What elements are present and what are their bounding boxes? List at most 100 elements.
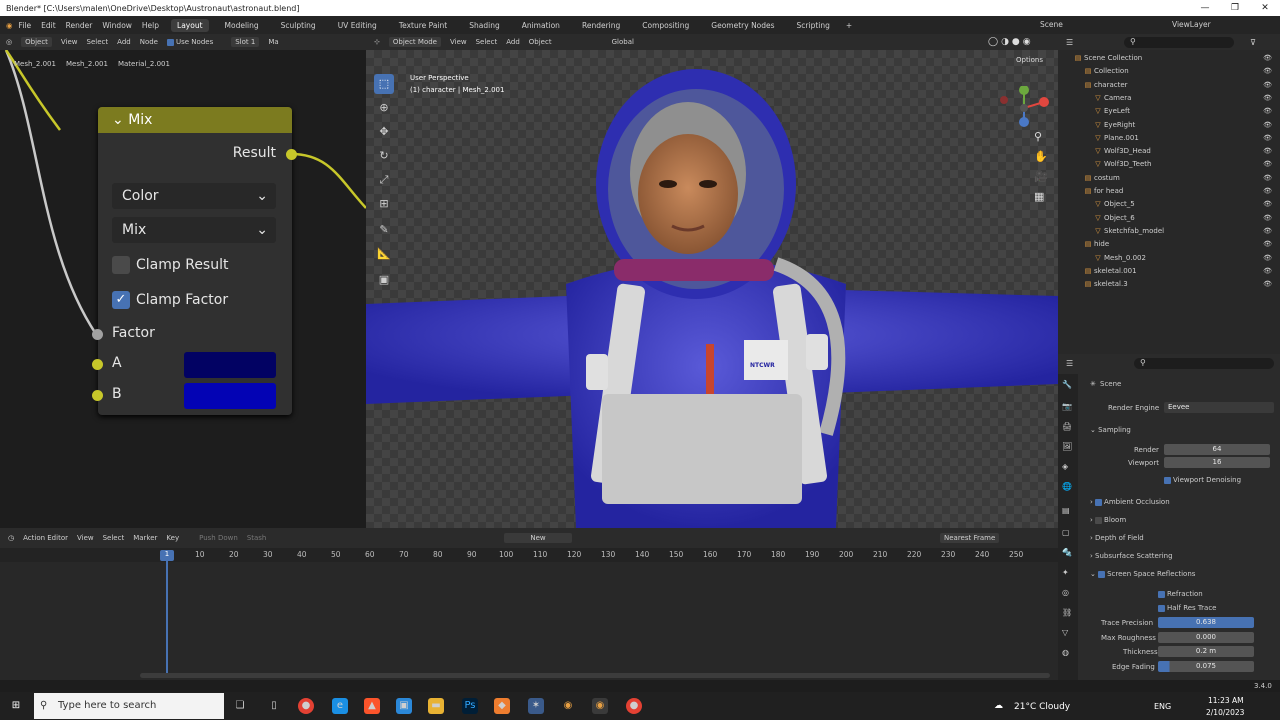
- outliner-row[interactable]: ▽ Wolf3D_Head 👁: [1058, 145, 1280, 158]
- frame-ruler[interactable]: 10 20 30 40 50 60 70 80 90 100 110 120 1…: [0, 548, 1058, 562]
- visibility-eye-icon[interactable]: 👁: [1263, 172, 1272, 185]
- constraints-tab-icon[interactable]: ⛓: [1062, 608, 1074, 620]
- stash-button[interactable]: Stash: [247, 534, 267, 542]
- menu-marker[interactable]: Marker: [133, 534, 157, 542]
- tab-shading[interactable]: Shading: [463, 19, 505, 32]
- blend-mode-dropdown[interactable]: Mix ⌄: [112, 217, 276, 243]
- visibility-eye-icon[interactable]: 👁: [1263, 119, 1272, 132]
- material-truncated[interactable]: Ma: [268, 38, 278, 46]
- visibility-eye-icon[interactable]: 👁: [1263, 185, 1272, 198]
- weather-text[interactable]: 21°C Cloudy: [1014, 702, 1070, 712]
- chrome-profile-icon[interactable]: ●: [626, 698, 642, 714]
- scale-tool-icon[interactable]: ⤢: [374, 170, 394, 190]
- depth-of-field-panel[interactable]: › Depth of Field: [1090, 534, 1144, 542]
- menu-view[interactable]: View: [450, 38, 467, 46]
- data-tab-icon[interactable]: ▽: [1062, 628, 1074, 640]
- refraction-checkbox[interactable]: Refraction: [1158, 590, 1203, 598]
- brave-icon[interactable]: ▲: [364, 698, 380, 714]
- color-a-swatch[interactable]: [184, 352, 276, 378]
- tab-layout[interactable]: Layout: [171, 18, 209, 32]
- weather-cloud-icon[interactable]: ☁: [994, 701, 1003, 711]
- menu-window[interactable]: Window: [102, 21, 132, 30]
- transform-tool-icon[interactable]: ⊞: [374, 194, 394, 214]
- color-b-swatch[interactable]: [184, 383, 276, 409]
- windows-start-icon[interactable]: ⊞: [8, 698, 24, 714]
- tab-modeling[interactable]: Modeling: [219, 19, 265, 32]
- cursor-tool-icon[interactable]: ⊕: [374, 98, 394, 118]
- render-engine-dropdown[interactable]: Eevee: [1164, 402, 1274, 413]
- visibility-eye-icon[interactable]: 👁: [1263, 265, 1272, 278]
- trace-precision-slider[interactable]: 0.638: [1158, 617, 1254, 628]
- file-icon[interactable]: ▯: [266, 698, 282, 714]
- sampling-panel-header[interactable]: ⌄ Sampling: [1090, 426, 1131, 434]
- clock-date[interactable]: 2/10/2023: [1206, 708, 1244, 717]
- visibility-eye-icon[interactable]: 👁: [1263, 252, 1272, 265]
- store-icon[interactable]: ▣: [396, 698, 412, 714]
- chrome-icon[interactable]: ●: [298, 698, 314, 714]
- outliner-row[interactable]: ▤ hide 👁: [1058, 238, 1280, 251]
- blender-active-taskbar-icon[interactable]: ◉: [592, 698, 608, 714]
- a-input-socket[interactable]: [92, 359, 103, 370]
- move-tool-icon[interactable]: ✥: [374, 122, 394, 142]
- blender-logo-icon[interactable]: ◉: [6, 21, 13, 30]
- options-dropdown[interactable]: Options: [1016, 56, 1043, 64]
- action-editor-dropdown[interactable]: Action Editor: [23, 534, 68, 542]
- outliner-row[interactable]: ▽ EyeRight 👁: [1058, 119, 1280, 132]
- edge-fading-slider[interactable]: 0.075: [1158, 661, 1254, 672]
- outliner-search-icon[interactable]: ⚲: [1124, 36, 1234, 48]
- grid-view-icon[interactable]: ▦: [1034, 190, 1044, 203]
- menu-select[interactable]: Select: [87, 38, 109, 46]
- menu-object[interactable]: Object: [529, 38, 552, 46]
- annotate-tool-icon[interactable]: ✎: [374, 220, 394, 240]
- viewport-samples-field[interactable]: 16: [1164, 457, 1270, 468]
- language-indicator[interactable]: ENG: [1154, 702, 1171, 711]
- minimize-icon[interactable]: —: [1190, 0, 1220, 16]
- visibility-eye-icon[interactable]: 👁: [1263, 238, 1272, 251]
- sketch-icon[interactable]: ◆: [494, 698, 510, 714]
- menu-key[interactable]: Key: [166, 534, 179, 542]
- object-mode-dropdown[interactable]: Object Mode: [388, 37, 441, 47]
- menu-file[interactable]: File: [19, 21, 32, 30]
- menu-select[interactable]: Select: [476, 38, 498, 46]
- properties-search-icon[interactable]: ⚲: [1134, 357, 1274, 369]
- use-nodes-toggle[interactable]: Use Nodes: [167, 38, 222, 46]
- menu-node[interactable]: Node: [140, 38, 158, 46]
- render-tab-icon[interactable]: 📷: [1062, 402, 1074, 414]
- outliner-row[interactable]: ▽ EyeLeft 👁: [1058, 105, 1280, 118]
- result-output-socket[interactable]: [286, 149, 297, 160]
- tab-sculpting[interactable]: Sculpting: [275, 19, 322, 32]
- edge-icon[interactable]: e: [332, 698, 348, 714]
- outliner-row[interactable]: ▤ Collection 👁: [1058, 65, 1280, 78]
- visibility-eye-icon[interactable]: 👁: [1263, 212, 1272, 225]
- outliner-row[interactable]: ▤ costum 👁: [1058, 172, 1280, 185]
- new-action-button[interactable]: New: [504, 533, 572, 543]
- action-editor-area[interactable]: [0, 548, 1058, 680]
- visibility-eye-icon[interactable]: 👁: [1263, 278, 1272, 291]
- editor-type-icon[interactable]: ⊹: [374, 38, 380, 46]
- object-mode-dropdown[interactable]: Object: [21, 37, 52, 47]
- tab-rendering[interactable]: Rendering: [576, 19, 626, 32]
- add-cube-tool-icon[interactable]: ▣: [374, 270, 394, 290]
- menu-select[interactable]: Select: [103, 534, 125, 542]
- visibility-eye-icon[interactable]: 👁: [1263, 92, 1272, 105]
- timeline-scrollbar[interactable]: [140, 673, 1050, 678]
- tab-uv-editing[interactable]: UV Editing: [332, 19, 383, 32]
- taskbar-search-input[interactable]: ⚲ Type here to search: [34, 693, 224, 719]
- scene-selector[interactable]: Scene: [1040, 20, 1063, 29]
- material-tab-icon[interactable]: ◍: [1062, 648, 1074, 660]
- outliner-row[interactable]: ▽ Wolf3D_Teeth 👁: [1058, 158, 1280, 171]
- outliner-row[interactable]: ▽ Camera 👁: [1058, 92, 1280, 105]
- outliner-editor-icon[interactable]: ☰: [1066, 38, 1073, 47]
- thickness-field[interactable]: 0.2 m: [1158, 646, 1254, 657]
- file-explorer-icon[interactable]: ▬: [428, 698, 444, 714]
- visibility-eye-icon[interactable]: 👁: [1263, 158, 1272, 171]
- visibility-eye-icon[interactable]: 👁: [1263, 198, 1272, 211]
- half-res-trace-checkbox[interactable]: Half Res Trace: [1158, 604, 1217, 612]
- outliner-row[interactable]: ▤ character 👁: [1058, 79, 1280, 92]
- outliner-row[interactable]: ▤ skeletal.001 👁: [1058, 265, 1280, 278]
- particles-tab-icon[interactable]: ✦: [1062, 568, 1074, 580]
- editor-type-icon[interactable]: ◎: [6, 38, 12, 46]
- outliner-row[interactable]: ▽ Object_6 👁: [1058, 212, 1280, 225]
- close-icon[interactable]: ✕: [1250, 0, 1280, 16]
- visibility-eye-icon[interactable]: 👁: [1263, 52, 1272, 65]
